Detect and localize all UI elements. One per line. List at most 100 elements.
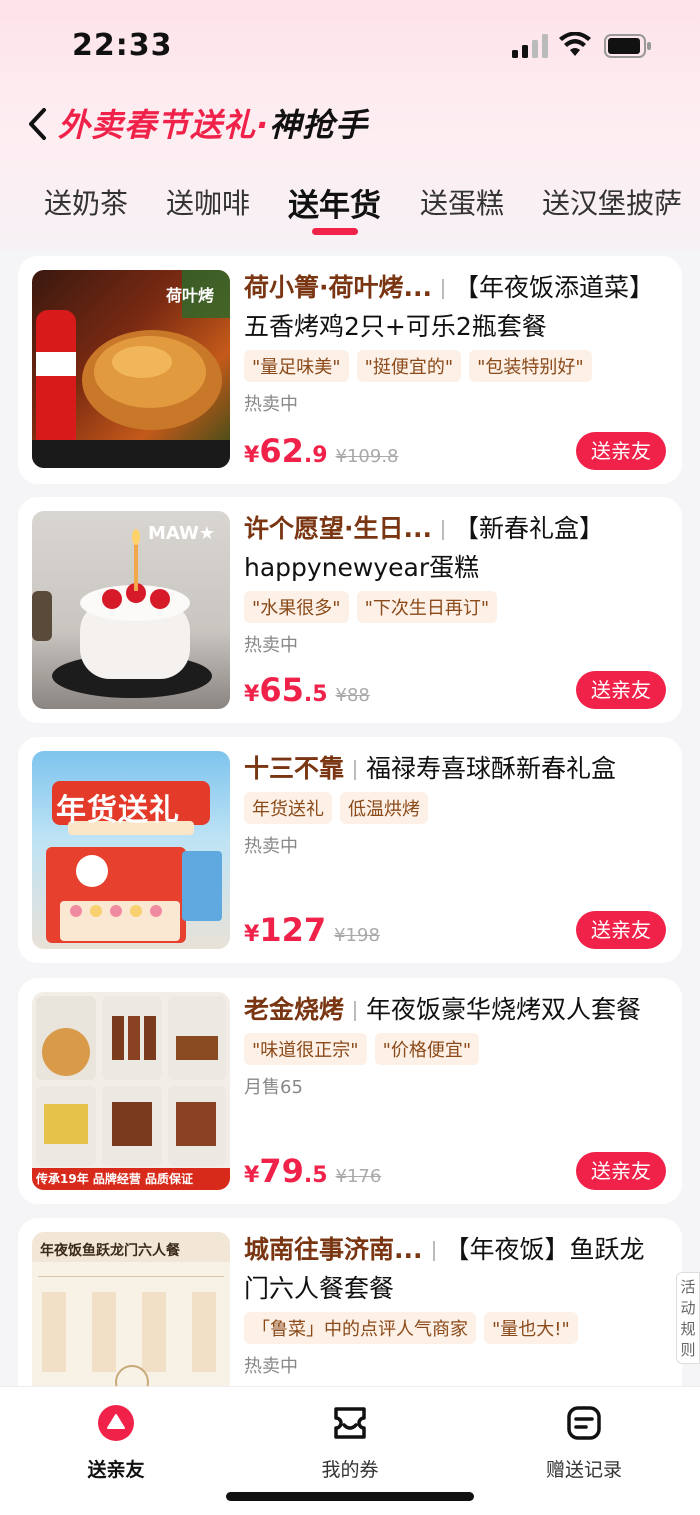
product-info: 老金烧烤 年夜饭豪华烧烤双人套餐 "味道很正宗" "价格便宜" 月售65 [244, 990, 666, 1099]
home-indicator [226, 1492, 474, 1501]
sales-status: 热卖中 [244, 394, 298, 415]
nav-item-send-to-friend[interactable]: 送亲友 [36, 1403, 196, 1482]
activity-rules-button[interactable]: 活动规则 [676, 1272, 700, 1364]
review-tag: "下次生日再订" [356, 591, 498, 623]
original-price: ¥198 [334, 925, 380, 946]
nav-label: 我的券 [321, 1459, 379, 1481]
product-name: 老金烧烤 年夜饭豪华烧烤双人套餐 [244, 990, 666, 1029]
send-to-friend-button[interactable]: 送亲友 [576, 671, 666, 709]
record-icon [567, 1406, 601, 1440]
review-tag: 年货送礼 [244, 792, 332, 824]
review-tag: "价格便宜" [374, 1033, 480, 1065]
name-divider [432, 1241, 435, 1261]
tab-burger-pizza[interactable]: 送汉堡披萨 [542, 182, 682, 222]
product-card[interactable]: 荷叶烤 荷小箐·荷叶烤... 【年夜饭添道菜】五香烤鸡2只+可乐2瓶套餐 "量足味… [18, 256, 682, 484]
tab-cake[interactable]: 送蛋糕 [420, 182, 504, 222]
original-price: ¥88 [335, 685, 370, 706]
gift-box-illustration [46, 781, 222, 943]
shop-name: 荷小箐·荷叶烤... [244, 273, 432, 302]
product-image[interactable]: 传承19年 品牌经营 品质保证 [32, 992, 230, 1190]
review-tags: "量足味美" "挺便宜的" "包装特别好" [244, 350, 666, 382]
currency-symbol: ¥ [244, 1163, 260, 1188]
shop-name: 城南往事济南... [244, 1235, 423, 1264]
original-price: ¥109.8 [335, 446, 399, 467]
product-image[interactable]: MAW★ [32, 511, 230, 709]
cellular-signal-icon [512, 34, 548, 58]
price-decimal: .9 [303, 443, 328, 468]
tab-coffee[interactable]: 送咖啡 [166, 182, 250, 222]
nav-item-gift-records[interactable]: 赠送记录 [504, 1403, 664, 1482]
name-divider [354, 1001, 357, 1021]
review-tag: "水果很多" [244, 591, 349, 623]
nav-item-my-coupons[interactable]: 我的券 [270, 1403, 430, 1482]
send-to-friend-button[interactable]: 送亲友 [576, 432, 666, 470]
tab-new-year-goods[interactable]: 送年货 [288, 180, 381, 225]
price-decimal: .5 [303, 1163, 328, 1188]
product-image[interactable]: 荷叶烤 [32, 270, 230, 468]
review-tags: 年货送礼 低温烘烤 [244, 792, 666, 824]
review-tag: 「鲁菜」中的点评人气商家 [244, 1312, 476, 1344]
status-time: 22:33 [72, 28, 173, 63]
product-image[interactable]: 年货送礼 [32, 751, 230, 949]
product-image-caption: 年夜饭鱼跃龙门六人餐 [40, 1243, 180, 1259]
currency-symbol: ¥ [244, 922, 260, 947]
back-chevron-icon[interactable] [22, 104, 52, 144]
review-tag: "味道很正宗" [244, 1033, 367, 1065]
product-image-caption: 传承19年 品牌经营 品质保证 [36, 1172, 194, 1186]
price: ¥79.5 ¥176 [244, 1152, 381, 1190]
page-title-sub: 神抢手 [269, 106, 369, 144]
category-tabs: 送奶茶 送咖啡 送年货 送蛋糕 送汉堡披萨 [0, 178, 700, 238]
product-card[interactable]: 传承19年 品牌经营 品质保证 老金烧烤 年夜饭豪华烧烤双人套餐 "味道很正宗" … [18, 978, 682, 1204]
name-divider [442, 520, 444, 540]
page-title: 外卖春节送礼·神抢手 [58, 100, 368, 146]
review-tag: "包装特别好" [469, 350, 592, 382]
send-to-friend-button[interactable]: 送亲友 [576, 911, 666, 949]
product-name: 许个愿望·生日... 【新春礼盒】happynewyear蛋糕 [244, 509, 666, 587]
shop-name: 老金烧烤 [244, 995, 345, 1024]
product-info: 城南往事济南... 【年夜饭】鱼跃龙门六人餐套餐 「鲁菜」中的点评人气商家 "量也… [244, 1230, 666, 1378]
product-name: 荷小箐·荷叶烤... 【年夜饭添道菜】五香烤鸡2只+可乐2瓶套餐 [244, 268, 666, 346]
nav-label: 赠送记录 [545, 1459, 622, 1481]
product-name: 十三不靠 福禄寿喜球酥新春礼盒 [244, 749, 666, 788]
product-card[interactable]: MAW★ 许个愿望·生日... 【新春礼盒】happynewyear蛋糕 "水果很… [18, 497, 682, 723]
product-name: 城南往事济南... 【年夜饭】鱼跃龙门六人餐套餐 [244, 1230, 666, 1308]
bbq-skewers-illustration [32, 996, 230, 1190]
ticket-icon [334, 1407, 366, 1439]
shop-name: 十三不靠 [244, 754, 345, 783]
active-tab-indicator [312, 228, 358, 235]
triangle-icon [98, 1405, 134, 1441]
name-divider [354, 760, 357, 780]
price-integer: 65 [259, 671, 304, 709]
product-info: 许个愿望·生日... 【新春礼盒】happynewyear蛋糕 "水果很多" "下… [244, 509, 666, 657]
product-card[interactable]: 年货送礼 十三不靠 福禄寿喜球酥新春礼盒 年货送礼 低温烘烤 热卖中 ¥127 ¥1… [18, 737, 682, 963]
sales-status: 热卖中 [244, 1356, 298, 1377]
name-divider [442, 279, 444, 299]
product-title: 年夜饭豪华烧烤双人套餐 [366, 995, 642, 1024]
product-info: 十三不靠 福禄寿喜球酥新春礼盒 年货送礼 低温烘烤 热卖中 [244, 749, 666, 858]
product-title: 福禄寿喜球酥新春礼盒 [366, 754, 617, 783]
wifi-icon [559, 32, 591, 56]
sales-status: 月售65 [244, 1077, 303, 1098]
review-tag: "量足味美" [244, 350, 349, 382]
original-price: ¥176 [335, 1166, 382, 1187]
review-tags: 「鲁菜」中的点评人气商家 "量也大!" [244, 1312, 666, 1344]
review-tags: "水果很多" "下次生日再订" [244, 591, 666, 623]
price: ¥127 ¥198 [244, 911, 380, 949]
price: ¥65.5 ¥88 [244, 671, 370, 709]
page-title-dot: · [256, 106, 270, 144]
send-to-friend-button[interactable]: 送亲友 [576, 1152, 666, 1190]
price-integer: 62 [259, 432, 304, 470]
review-tag: "挺便宜的" [356, 350, 462, 382]
review-tag: "量也大!" [484, 1312, 578, 1344]
price-integer: 127 [259, 911, 327, 949]
price-integer: 79 [259, 1152, 304, 1190]
currency-symbol: ¥ [244, 682, 260, 707]
product-image-caption: MAW★ [148, 523, 216, 544]
review-tags: "味道很正宗" "价格便宜" [244, 1033, 666, 1065]
nav-label: 送亲友 [87, 1459, 145, 1481]
product-image-caption: 年货送礼 [56, 793, 180, 828]
price-decimal: .5 [303, 682, 328, 707]
tab-milk-tea[interactable]: 送奶茶 [44, 182, 128, 222]
page-title-main: 外卖春节送礼 [58, 106, 257, 144]
product-image-caption: 荷叶烤 [166, 286, 215, 305]
